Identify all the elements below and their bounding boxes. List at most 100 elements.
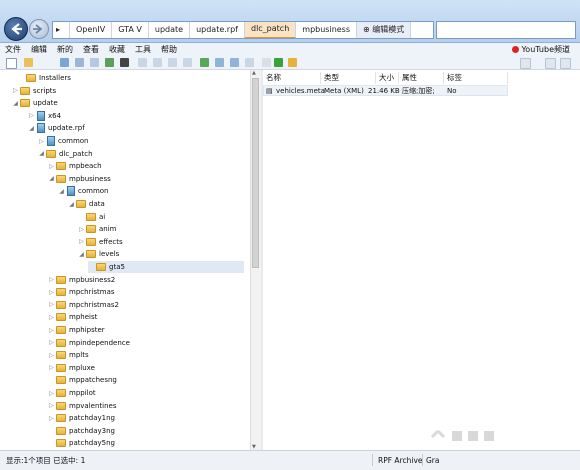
expand-arrow-icon[interactable]: ▷: [48, 301, 55, 308]
view-icon[interactable]: [560, 58, 571, 69]
tool-icon[interactable]: [105, 58, 114, 67]
tool-icon[interactable]: [200, 58, 209, 67]
tree-item[interactable]: ▷ mpindependence: [48, 337, 130, 349]
folder-tree[interactable]: Installers ▷ scripts ◢ update ▷ x64 ◢ update.rpf…: [4, 70, 250, 450]
menu-favorites[interactable]: 收藏: [104, 43, 130, 56]
expand-arrow-icon[interactable]: ▷: [48, 402, 55, 409]
collapse-arrow-icon[interactable]: ◢: [38, 150, 45, 157]
breadcrumb-update[interactable]: update: [149, 22, 191, 38]
expand-arrow-icon[interactable]: ▷: [48, 364, 55, 371]
collapse-arrow-icon[interactable]: ◢: [12, 100, 19, 107]
menu-view[interactable]: 查看: [78, 43, 104, 56]
expand-arrow-icon[interactable]: ▷: [48, 327, 55, 334]
youtube-channel-link[interactable]: YouTube频道: [512, 43, 570, 56]
breadcrumb-openiv[interactable]: OpenIV: [70, 22, 113, 38]
column-header-tags[interactable]: 标签: [444, 72, 508, 84]
tree-item[interactable]: mppatchesng: [48, 374, 117, 386]
tree-item[interactable]: ▷ mpbeach: [48, 160, 102, 172]
tree-item[interactable]: ◢ update.rpf: [28, 122, 85, 134]
tool-icon[interactable]: [90, 58, 99, 67]
tree-item[interactable]: ▷ mpluxe: [48, 362, 95, 374]
expand-arrow-icon[interactable]: ▷: [78, 226, 85, 233]
tree-scrollbar[interactable]: ▲ ▼: [250, 70, 261, 450]
search-input[interactable]: [436, 21, 576, 39]
address-bar[interactable]: ▸ OpenIV GTA V update update.rpf dlc_pat…: [52, 21, 434, 39]
tree-item[interactable]: ▷ mphipster: [48, 324, 105, 336]
tree-item[interactable]: ▷ common: [38, 135, 89, 147]
add-icon[interactable]: [274, 58, 283, 67]
tree-item[interactable]: patchday3ng: [48, 425, 115, 437]
breadcrumb-update-rpf[interactable]: update.rpf: [190, 22, 245, 38]
new-file-icon[interactable]: [6, 58, 17, 69]
column-header-type[interactable]: 类型: [321, 72, 376, 84]
collapse-arrow-icon[interactable]: ◢: [68, 201, 75, 208]
tool-icon[interactable]: [215, 58, 224, 67]
expand-arrow-icon[interactable]: ▷: [48, 276, 55, 283]
tool-icon[interactable]: [262, 58, 271, 67]
tree-item[interactable]: ◢ data: [68, 198, 105, 210]
tool-icon[interactable]: [245, 58, 254, 67]
tree-item[interactable]: ▷ mpbusiness2: [48, 274, 115, 286]
menu-edit[interactable]: 编辑: [26, 43, 52, 56]
tool-icon[interactable]: [153, 58, 162, 67]
open-folder-icon[interactable]: [24, 58, 33, 67]
tool-icon[interactable]: [75, 58, 84, 67]
collapse-arrow-icon[interactable]: ◢: [48, 175, 55, 182]
tool-icon[interactable]: [138, 58, 147, 67]
menu-help[interactable]: 帮助: [156, 43, 182, 56]
tool-icon[interactable]: [60, 58, 69, 67]
column-header-name[interactable]: 名称: [263, 72, 321, 84]
tree-item[interactable]: patchday5ng: [48, 437, 115, 449]
expand-arrow-icon[interactable]: ▷: [48, 415, 55, 422]
tree-item[interactable]: ◢ dlc_patch: [38, 148, 93, 160]
column-header-attributes[interactable]: 属性: [399, 72, 444, 84]
new-folder-icon[interactable]: [288, 58, 297, 67]
expand-arrow-icon[interactable]: ▷: [12, 87, 19, 94]
breadcrumb-gtav[interactable]: GTA V: [112, 22, 149, 38]
tree-item[interactable]: ▷ mppilot: [48, 387, 96, 399]
expand-arrow-icon[interactable]: ▷: [38, 138, 45, 145]
tree-item[interactable]: ▷ scripts: [12, 85, 56, 97]
tree-item[interactable]: ▷ anim: [78, 223, 117, 235]
breadcrumb-mpbusiness[interactable]: mpbusiness: [296, 22, 358, 38]
tree-item[interactable]: ▷ mplts: [48, 349, 89, 361]
collapse-arrow-icon[interactable]: ◢: [78, 251, 85, 258]
column-header-size[interactable]: 大小: [376, 72, 399, 84]
scroll-up-icon[interactable]: ▲: [252, 70, 256, 76]
tree-item[interactable]: ◢ mpbusiness: [48, 173, 111, 185]
tree-item[interactable]: ▷ mpvalentines: [48, 400, 116, 412]
expand-arrow-icon[interactable]: ▷: [48, 314, 55, 321]
tool-icon[interactable]: [168, 58, 177, 67]
expand-arrow-icon[interactable]: ▷: [28, 112, 35, 119]
expand-arrow-icon[interactable]: ▷: [48, 352, 55, 359]
back-button[interactable]: [4, 17, 28, 41]
view-icon[interactable]: [545, 58, 556, 69]
breadcrumb-root-icon[interactable]: ▸: [53, 22, 70, 38]
tree-item[interactable]: ▷ effects: [78, 236, 123, 248]
expand-arrow-icon[interactable]: ▷: [48, 163, 55, 170]
collapse-arrow-icon[interactable]: ◢: [28, 125, 35, 132]
tool-icon[interactable]: [120, 58, 129, 67]
menu-new[interactable]: 新的: [52, 43, 78, 56]
tree-item[interactable]: gta5: [88, 261, 244, 273]
menu-file[interactable]: 文件: [0, 43, 26, 56]
tree-item[interactable]: ai: [78, 211, 105, 223]
forward-button[interactable]: [29, 19, 49, 39]
menu-tools[interactable]: 工具: [130, 43, 156, 56]
tree-item[interactable]: ◢ update: [12, 97, 58, 109]
tree-item[interactable]: Installers: [18, 72, 71, 84]
tool-icon[interactable]: [183, 58, 192, 67]
collapse-arrow-icon[interactable]: ◢: [58, 188, 65, 195]
tree-item[interactable]: ▷ mpheist: [48, 311, 97, 323]
expand-arrow-icon[interactable]: ▷: [78, 238, 85, 245]
scrollbar-thumb[interactable]: [252, 78, 259, 268]
expand-arrow-icon[interactable]: ▷: [48, 289, 55, 296]
expand-arrow-icon[interactable]: ▷: [48, 390, 55, 397]
tree-item[interactable]: ▷ x64: [28, 110, 61, 122]
tree-item[interactable]: ▷ patchday1ng: [48, 412, 115, 424]
tree-item[interactable]: ▷ mpchristmas2: [48, 299, 119, 311]
tree-item[interactable]: ◢ common: [58, 185, 109, 197]
file-row[interactable]: ▤ vehicles.meta Meta (XML) 21.46 KB 压缩;加…: [263, 85, 508, 96]
view-icon[interactable]: [520, 58, 531, 69]
edit-mode-button[interactable]: ⊕ 编辑模式: [357, 22, 412, 38]
